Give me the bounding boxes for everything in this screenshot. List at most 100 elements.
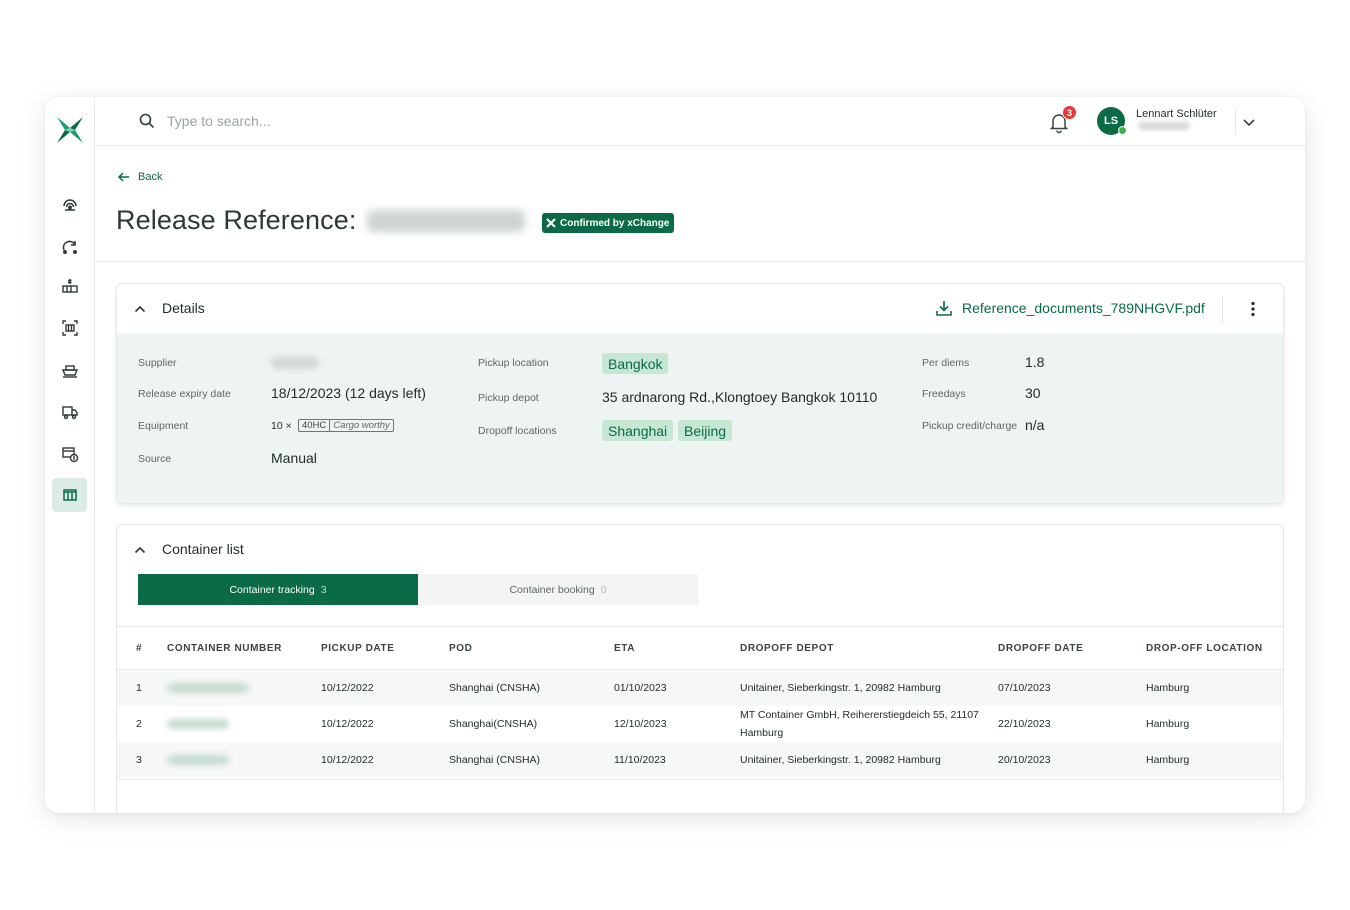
details-head-divider (1222, 296, 1223, 322)
confirmed-badge: Confirmed by xChange (542, 213, 675, 233)
column-header[interactable]: # (136, 643, 142, 654)
pickup-depot-value: 35 ardnarong Rd.,Klongtoey Bangkok 10110 (602, 389, 878, 405)
column-header[interactable]: ETA (614, 643, 635, 654)
row-index: 2 (136, 718, 142, 730)
exchange-icon (62, 240, 77, 254)
download-document-link[interactable]: Reference_documents_789NHGVF.pdf (935, 299, 1205, 317)
equipment-condition: Cargo worthy (333, 420, 390, 431)
dropoff-location-chip: Beijing (678, 420, 733, 441)
row-index: 3 (136, 754, 142, 766)
container-icon (62, 489, 77, 501)
sidebar-item-tracking[interactable] (52, 188, 87, 222)
chevron-up-icon[interactable] (133, 543, 147, 557)
dropoff-depot-line2: Hamburg (740, 727, 784, 739)
dropoff-date: 07/10/2023 (998, 682, 1051, 694)
search-icon (139, 113, 155, 129)
dropoff-location: Hamburg (1146, 754, 1190, 766)
freedays-label: Freedays (922, 388, 966, 400)
signal-icon (62, 199, 77, 211)
confirmed-badge-label: Confirmed by xChange (560, 217, 670, 229)
freedays-value: 30 (1025, 385, 1041, 401)
arrow-left-icon (117, 172, 129, 182)
dropoff-date: 22/10/2023 (998, 718, 1051, 730)
sidebar-item-pricing[interactable] (52, 269, 87, 303)
tab-container-booking[interactable]: Container booking 0 (418, 574, 698, 605)
sidebar-item-releases[interactable] (52, 478, 87, 512)
dropoff-location: Hamburg (1146, 718, 1190, 730)
tab-container-tracking[interactable]: Container tracking 3 (138, 574, 418, 605)
pickup-depot-label: Pickup depot (478, 392, 539, 404)
dropoff-depot: MT Container GmbH, Reihererstiegdeich 55… (740, 709, 979, 721)
dropoff-location: Hamburg (1146, 682, 1190, 694)
page-title: Release Reference: (116, 205, 357, 235)
pod: Shanghai (CNSHA) (449, 682, 541, 694)
table-bottom-border (117, 779, 1283, 780)
container-number-redacted (167, 683, 249, 693)
online-status-dot (1118, 126, 1127, 135)
release-reference-redacted (367, 210, 525, 232)
source-value: Manual (271, 450, 317, 466)
release-expiry-label: Release expiry date (138, 388, 231, 400)
table-row[interactable]: 1 10/12/2022 Shanghai (CNSHA) 01/10/2023… (117, 670, 1283, 706)
scan-container-icon (61, 320, 78, 336)
search-input[interactable] (167, 109, 487, 133)
details-title: Details (162, 300, 205, 316)
document-filename: Reference_documents_789NHGVF.pdf (962, 300, 1205, 316)
download-icon (936, 301, 952, 316)
user-company-redacted (1138, 122, 1190, 130)
table-row[interactable]: 3 10/12/2022 Shanghai (CNSHA) 11/10/2023… (117, 742, 1283, 778)
equipment-label: Equipment (138, 420, 189, 432)
dropoff-depot: Unitainer, Sieberkingstr. 1, 20982 Hambu… (740, 682, 941, 694)
source-label: Source (138, 453, 172, 465)
table-header: # CONTAINER NUMBER PICKUP DATE POD ETA D… (117, 626, 1283, 670)
kebab-icon (1251, 301, 1255, 317)
column-header[interactable]: DROPOFF DEPOT (740, 643, 834, 654)
pickup-date: 10/12/2022 (321, 682, 374, 694)
back-link[interactable]: Back (117, 170, 162, 184)
container-table: # CONTAINER NUMBER PICKUP DATE POD ETA D… (117, 626, 1283, 778)
sidebar-item-exchange[interactable] (52, 230, 87, 264)
sidebar-item-trucking[interactable] (52, 395, 87, 429)
eta: 11/10/2023 (614, 754, 666, 766)
column-header[interactable]: CONTAINER NUMBER (167, 643, 282, 654)
topbar: 3 LS Lennart Schlüter (95, 97, 1305, 146)
xchange-logo-icon[interactable] (55, 115, 85, 145)
dropoff-depot: Unitainer, Sieberkingstr. 1, 20982 Hambu… (740, 754, 941, 766)
column-header[interactable]: DROP-OFF LOCATION (1146, 643, 1263, 654)
user-name: Lennart Schlüter (1136, 108, 1217, 120)
notification-count-badge: 3 (1062, 105, 1077, 120)
sidebar-item-shipping[interactable] (52, 353, 87, 387)
more-options-button[interactable] (1245, 300, 1261, 318)
dollar-containers-icon (61, 279, 78, 293)
tab-count: 0 (600, 583, 607, 596)
container-number-redacted (167, 719, 229, 729)
chevron-down-icon[interactable] (1241, 114, 1257, 130)
column-header[interactable]: POD (449, 643, 472, 654)
details-body: Supplier Release expiry date 18/12/2023 … (117, 333, 1283, 503)
dropoff-locations-label: Dropoff locations (478, 425, 557, 437)
sidebar-item-scan[interactable] (52, 311, 87, 345)
app-window: 3 LS Lennart Schlüter Back Release Refer… (45, 97, 1305, 813)
details-card: Details Reference_documents_789NHGVF.pdf… (116, 283, 1284, 504)
chevron-up-icon[interactable] (133, 302, 147, 316)
table-row[interactable]: 2 10/12/2022 Shanghai(CNSHA) 12/10/2023 … (117, 706, 1283, 742)
dropoff-location-chip: Shanghai (602, 420, 674, 441)
ship-icon (61, 365, 78, 378)
container-list-title: Container list (162, 541, 244, 557)
column-header[interactable]: DROPOFF DATE (998, 643, 1083, 654)
container-number-redacted (167, 755, 229, 765)
column-header[interactable]: PICKUP DATE (321, 643, 394, 654)
per-diems-label: Per diems (922, 357, 970, 369)
equipment-count: 10 × (271, 420, 292, 432)
row-index: 1 (136, 682, 142, 694)
billing-icon (61, 447, 78, 463)
tab-count: 3 (320, 583, 327, 596)
tab-label: Container booking (509, 583, 595, 596)
sidebar-item-billing[interactable] (52, 437, 87, 471)
pickup-date: 10/12/2022 (321, 718, 374, 730)
back-label: Back (138, 171, 163, 183)
equipment-tag: 40HC Cargo worthy (298, 419, 394, 432)
pickup-location-label: Pickup location (478, 357, 549, 369)
pickup-credit-label: Pickup credit/charge (922, 420, 1018, 432)
pod: Shanghai (CNSHA) (449, 754, 541, 766)
